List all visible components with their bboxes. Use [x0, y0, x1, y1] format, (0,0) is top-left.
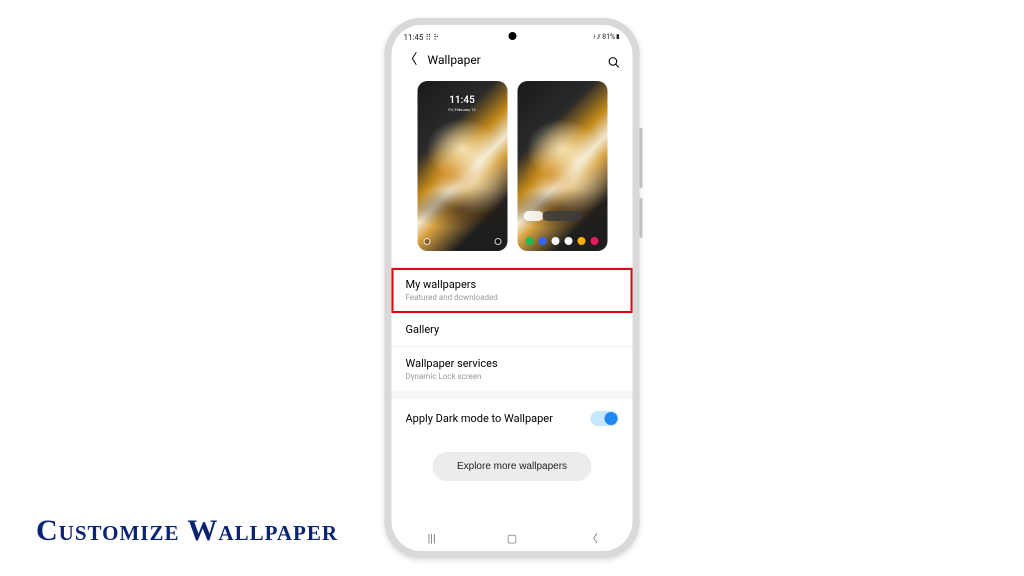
- wallpaper-options-list: My wallpapers Featured and downloaded Ga…: [392, 267, 633, 391]
- dark-mode-toggle[interactable]: [591, 411, 619, 426]
- option-wallpaper-services[interactable]: Wallpaper services Dynamic Lock screen: [392, 347, 633, 391]
- option-label: My wallpapers: [406, 278, 619, 291]
- explore-more-button[interactable]: Explore more wallpapers: [433, 452, 591, 481]
- page-header: 〈 Wallpaper: [392, 45, 633, 77]
- lock-date: Fri, February 12: [417, 107, 507, 112]
- dark-mode-row: Apply Dark mode to Wallpaper: [392, 399, 633, 438]
- option-my-wallpapers[interactable]: My wallpapers Featured and downloaded: [392, 268, 633, 313]
- toggle-knob: [605, 412, 618, 425]
- page-title: Wallpaper: [428, 53, 598, 67]
- home-dock: [523, 237, 601, 245]
- homescreen-preview[interactable]: [517, 81, 607, 251]
- option-sub: Dynamic Lock screen: [406, 372, 619, 381]
- nav-home-icon[interactable]: ▢: [502, 532, 522, 545]
- explore-section: Explore more wallpapers: [392, 438, 633, 525]
- home-search-widget: [523, 211, 543, 221]
- search-icon[interactable]: [608, 54, 621, 67]
- wallpaper-previews: 11:45 Fri, February 12: [392, 77, 633, 267]
- nav-back-icon[interactable]: 〈: [582, 530, 602, 546]
- option-gallery[interactable]: Gallery: [392, 313, 633, 347]
- lockscreen-preview[interactable]: 11:45 Fri, February 12: [417, 81, 507, 251]
- option-label: Gallery: [406, 323, 619, 336]
- back-icon[interactable]: 〈: [404, 53, 418, 67]
- status-time: 11:45 ⠿ ⠗: [404, 33, 440, 42]
- phone-screen: 11:45 ⠿ ⠗ ⟊ ⫽ 81%▮ 〈 Wallpaper 11:45 Fri…: [392, 25, 633, 551]
- power-button: [640, 198, 643, 238]
- phone-frame: 11:45 ⠿ ⠗ ⟊ ⫽ 81%▮ 〈 Wallpaper 11:45 Fri…: [385, 18, 640, 558]
- nav-recent-icon[interactable]: |||: [422, 532, 442, 545]
- camera-hole: [508, 32, 516, 40]
- option-label: Wallpaper services: [406, 357, 619, 370]
- status-right: ⟊ ⫽ 81%▮: [594, 33, 621, 42]
- lock-bottom-icons: [423, 238, 501, 245]
- lock-time: 11:45: [417, 95, 507, 106]
- option-sub: Featured and downloaded: [406, 293, 619, 302]
- volume-rocker: [640, 128, 643, 188]
- home-widget: [542, 211, 582, 221]
- dark-mode-label: Apply Dark mode to Wallpaper: [406, 412, 553, 425]
- android-navbar: ||| ▢ 〈: [392, 525, 633, 551]
- caption-text: Customize Wallpaper: [36, 514, 338, 548]
